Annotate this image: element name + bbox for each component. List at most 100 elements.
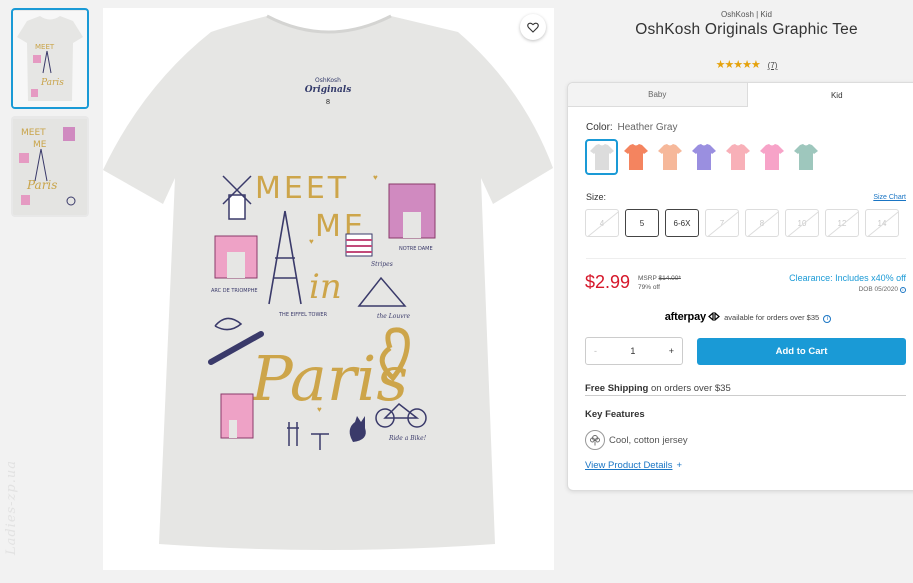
thumbnail-closeup[interactable]: MEET ME Paris <box>11 116 89 217</box>
size-label: Size: <box>586 192 607 202</box>
tab-baby[interactable]: Baby <box>568 83 748 107</box>
rating[interactable]: ★★★★★ (7) <box>580 58 913 71</box>
color-swatch-sage[interactable] <box>789 139 822 175</box>
color-swatch-heather-gray[interactable] <box>585 139 618 175</box>
afterpay-arrows-icon <box>708 311 720 322</box>
tshirt-graphic: OshKosh Originals 8 MEET ME in Paris ARC… <box>103 8 554 570</box>
afterpay-logo: afterpay <box>664 311 706 323</box>
afterpay-row: afterpay available for orders over $35 i <box>568 311 913 323</box>
color-selection-label: Color: Heather Gray <box>586 122 678 133</box>
info-icon[interactable]: i <box>823 315 832 323</box>
color-value: Heather Gray <box>617 122 678 133</box>
arc-de-triomphe-drawing <box>214 235 258 279</box>
pink-house-drawing <box>220 393 254 439</box>
sale-price: $2.99 <box>585 272 631 292</box>
size-option[interactable]: 8 <box>745 209 779 237</box>
tshirt-icon <box>657 144 682 170</box>
color-swatch-purple[interactable] <box>687 139 720 175</box>
size-option[interactable]: 10 <box>785 209 819 237</box>
purchase-panel: Baby Kid Color: Heather Gray Size: Size … <box>567 82 913 491</box>
size-option[interactable]: 14 <box>865 209 899 237</box>
shipping-threshold: on orders over $35 <box>650 383 731 394</box>
size-option[interactable]: 5 <box>625 209 659 237</box>
shipping-info: Free Shipping on orders over $35 <box>585 383 906 396</box>
label-size-text: 8 <box>326 98 330 106</box>
tshirt-icon <box>759 144 784 170</box>
svg-text:Paris: Paris <box>26 178 57 192</box>
size-option[interactable]: 4 <box>585 209 619 237</box>
rating-stars-icon: ★★★★★ <box>715 59 761 71</box>
main-product-image: OshKosh Originals 8 MEET ME in Paris ARC… <box>103 8 554 570</box>
brand-line: OshKosh | Kid <box>721 10 772 19</box>
color-swatches <box>585 139 822 175</box>
watermark-text: Ladies-zp.ua <box>4 460 19 556</box>
size-option[interactable]: 6-6X <box>665 209 699 237</box>
clearance-text: Clearance: Includes x40% off <box>789 273 906 283</box>
msrp-block: MSRP $14.00* 79% off <box>638 274 681 292</box>
age-tabs: Baby Kid <box>568 83 913 107</box>
quantity-plus-button[interactable]: + <box>669 346 674 356</box>
color-swatch-orange[interactable] <box>619 139 652 175</box>
color-swatch-pink[interactable] <box>721 139 754 175</box>
tshirt-icon <box>725 144 750 170</box>
key-features-title: Key Features <box>585 409 645 420</box>
free-shipping-label: Free Shipping <box>585 383 649 394</box>
discount-text: 79% off <box>638 284 660 291</box>
caption-stripes: Stripes <box>371 261 393 268</box>
notre-dame-drawing <box>388 183 436 239</box>
label-brand-text: OshKosh <box>315 77 341 84</box>
striped-shirt-drawing <box>345 233 373 257</box>
svg-text:MEET: MEET <box>35 43 55 51</box>
svg-text:ME: ME <box>33 140 47 150</box>
thumbnail-front-image: MEET Paris <box>13 10 87 107</box>
color-swatch-peach[interactable] <box>653 139 686 175</box>
size-chart-link[interactable]: Size Chart <box>873 194 906 201</box>
color-swatch-bright-pink[interactable] <box>755 139 788 175</box>
divider <box>586 258 906 259</box>
heart-decoration: ♥ <box>317 405 322 414</box>
tshirt-icon <box>589 144 614 170</box>
quantity-minus-button[interactable]: - <box>594 346 597 356</box>
favorite-button[interactable] <box>520 14 546 40</box>
size-options: 4 5 6-6X 7 8 10 12 14 <box>585 209 899 237</box>
size-option[interactable]: 12 <box>825 209 859 237</box>
product-title: OshKosh Originals Graphic Tee <box>635 21 858 38</box>
cotton-icon <box>585 430 605 450</box>
print-meet-text: MEET <box>255 171 349 206</box>
quantity-value[interactable]: 1 <box>630 346 635 356</box>
dob-text: DOB 05/2020 <box>858 286 898 293</box>
tshirt-icon <box>623 144 648 170</box>
svg-text:MEET: MEET <box>21 128 46 138</box>
thumbnail-closeup-image: MEET ME Paris <box>13 118 87 215</box>
heart-icon <box>527 22 539 33</box>
msrp-label: MSRP <box>638 275 657 282</box>
heart-decoration: ♥ <box>373 173 378 182</box>
caption-bike: Ride a Bike! <box>388 435 427 442</box>
dob-block: DOB 05/2020 i <box>859 286 906 293</box>
feature-item: Cool, cotton jersey <box>609 435 688 446</box>
caption-arc: ARC DE TRIOMPHE <box>211 288 258 294</box>
print-in-text: in <box>309 267 342 307</box>
details-link-text[interactable]: View Product Details <box>585 460 672 471</box>
review-count-link[interactable]: (7) <box>768 61 778 70</box>
size-option[interactable]: 7 <box>705 209 739 237</box>
afterpay-text: available for orders over $35 <box>724 313 820 322</box>
tab-kid[interactable]: Kid <box>747 83 913 107</box>
tshirt-icon <box>793 144 818 170</box>
heart-decoration: ♥ <box>309 237 314 246</box>
quantity-stepper: - 1 + <box>585 337 683 365</box>
caption-louvre: the Louvre <box>377 313 410 320</box>
svg-text:Paris: Paris <box>40 78 64 88</box>
tshirt-icon <box>691 144 716 170</box>
color-label: Color: <box>586 122 613 133</box>
product-page: MEET Paris MEET ME Paris OshKosh Origina… <box>0 0 913 583</box>
thumbnail-front[interactable]: MEET Paris <box>11 8 89 109</box>
caption-eiffel: THE EIFFEL TOWER <box>278 312 328 318</box>
info-icon[interactable]: i <box>900 287 906 293</box>
view-product-details-link[interactable]: View Product Details + <box>585 460 682 471</box>
thumbnail-list: MEET Paris MEET ME Paris <box>11 8 91 224</box>
msrp-value: $14.00* <box>658 275 681 282</box>
caption-notre: NOTRE DAME <box>399 246 433 252</box>
expand-plus-icon[interactable]: + <box>676 460 682 471</box>
add-to-cart-button[interactable]: Add to Cart <box>697 338 906 365</box>
